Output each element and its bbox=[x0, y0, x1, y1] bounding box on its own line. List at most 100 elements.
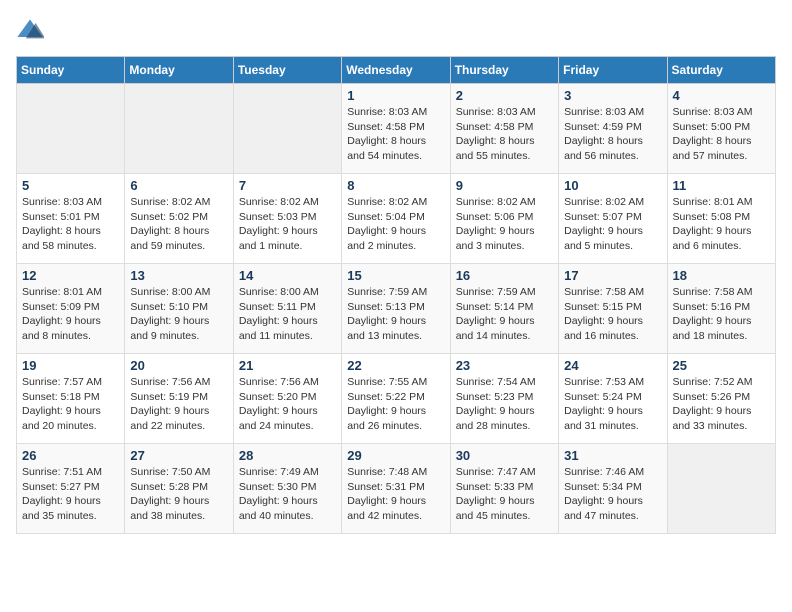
weekday-monday: Monday bbox=[125, 57, 233, 84]
day-info: Sunrise: 7:56 AM Sunset: 5:20 PM Dayligh… bbox=[239, 375, 336, 434]
day-number: 21 bbox=[239, 358, 336, 373]
calendar-table: SundayMondayTuesdayWednesdayThursdayFrid… bbox=[16, 56, 776, 534]
calendar-cell bbox=[125, 84, 233, 174]
calendar-cell: 23Sunrise: 7:54 AM Sunset: 5:23 PM Dayli… bbox=[450, 354, 558, 444]
calendar-cell: 28 Sunrise: 7:49 AM Sunset: 5:30 PM Dayli… bbox=[233, 444, 341, 534]
day-number: 17 bbox=[564, 268, 661, 283]
day-number: 8 bbox=[347, 178, 444, 193]
day-info: Sunrise: 7:56 AM Sunset: 5:19 PM Dayligh… bbox=[130, 375, 227, 434]
day-info: Sunrise: 7:48 AM Sunset: 5:31 PM Dayligh… bbox=[347, 465, 444, 524]
calendar-cell: 16Sunrise: 7:59 AM Sunset: 5:14 PM Dayli… bbox=[450, 264, 558, 354]
day-info: Sunrise: 8:02 AM Sunset: 5:04 PM Dayligh… bbox=[347, 195, 444, 254]
calendar-cell: 1 Sunrise: 8:03 AM Sunset: 4:58 PM Daylig… bbox=[342, 84, 450, 174]
day-number: 7 bbox=[239, 178, 336, 193]
calendar-cell: 7 Sunrise: 8:02 AM Sunset: 5:03 PM Daylig… bbox=[233, 174, 341, 264]
calendar-cell: 6 Sunrise: 8:02 AM Sunset: 5:02 PM Daylig… bbox=[125, 174, 233, 264]
calendar-cell bbox=[17, 84, 125, 174]
week-row-5: 26 Sunrise: 7:51 AM Sunset: 5:27 PM Dayli… bbox=[17, 444, 776, 534]
weekday-sunday: Sunday bbox=[17, 57, 125, 84]
day-info: Sunrise: 7:49 AM Sunset: 5:30 PM Dayligh… bbox=[239, 465, 336, 524]
day-number: 14 bbox=[239, 268, 336, 283]
header bbox=[16, 16, 776, 44]
weekday-wednesday: Wednesday bbox=[342, 57, 450, 84]
day-info: Sunrise: 8:03 AM Sunset: 5:01 PM Dayligh… bbox=[22, 195, 119, 254]
calendar-cell: 2Sunrise: 8:03 AM Sunset: 4:58 PM Daylig… bbox=[450, 84, 558, 174]
calendar-cell: 9 Sunrise: 8:02 AM Sunset: 5:06 PM Daylig… bbox=[450, 174, 558, 264]
day-info: Sunrise: 8:00 AM Sunset: 5:11 PM Dayligh… bbox=[239, 285, 336, 344]
calendar-cell: 18 Sunrise: 7:58 AM Sunset: 5:16 PM Dayli… bbox=[667, 264, 775, 354]
day-number: 31 bbox=[564, 448, 661, 463]
calendar-header: SundayMondayTuesdayWednesdayThursdayFrid… bbox=[17, 57, 776, 84]
day-number: 24 bbox=[564, 358, 661, 373]
day-number: 13 bbox=[130, 268, 227, 283]
day-info: Sunrise: 8:01 AM Sunset: 5:08 PM Dayligh… bbox=[673, 195, 770, 254]
calendar-cell bbox=[233, 84, 341, 174]
calendar-cell: 13 Sunrise: 8:00 AM Sunset: 5:10 PM Dayli… bbox=[125, 264, 233, 354]
weekday-friday: Friday bbox=[559, 57, 667, 84]
day-number: 19 bbox=[22, 358, 119, 373]
calendar-cell: 15 Sunrise: 7:59 AM Sunset: 5:13 PM Dayli… bbox=[342, 264, 450, 354]
day-number: 23 bbox=[456, 358, 553, 373]
calendar-cell: 8 Sunrise: 8:02 AM Sunset: 5:04 PM Daylig… bbox=[342, 174, 450, 264]
weekday-header-row: SundayMondayTuesdayWednesdayThursdayFrid… bbox=[17, 57, 776, 84]
day-info: Sunrise: 8:02 AM Sunset: 5:02 PM Dayligh… bbox=[130, 195, 227, 254]
day-number: 30 bbox=[456, 448, 553, 463]
day-number: 11 bbox=[673, 178, 770, 193]
weekday-tuesday: Tuesday bbox=[233, 57, 341, 84]
day-number: 3 bbox=[564, 88, 661, 103]
calendar-cell: 24Sunrise: 7:53 AM Sunset: 5:24 PM Dayli… bbox=[559, 354, 667, 444]
day-info: Sunrise: 7:58 AM Sunset: 5:16 PM Dayligh… bbox=[673, 285, 770, 344]
day-info: Sunrise: 7:51 AM Sunset: 5:27 PM Dayligh… bbox=[22, 465, 119, 524]
calendar-cell: 27 Sunrise: 7:50 AM Sunset: 5:28 PM Dayli… bbox=[125, 444, 233, 534]
day-number: 27 bbox=[130, 448, 227, 463]
week-row-4: 19Sunrise: 7:57 AM Sunset: 5:18 PM Dayli… bbox=[17, 354, 776, 444]
calendar-cell: 12 Sunrise: 8:01 AM Sunset: 5:09 PM Dayli… bbox=[17, 264, 125, 354]
calendar-cell: 22Sunrise: 7:55 AM Sunset: 5:22 PM Dayli… bbox=[342, 354, 450, 444]
day-info: Sunrise: 8:03 AM Sunset: 4:58 PM Dayligh… bbox=[347, 105, 444, 164]
day-info: Sunrise: 8:03 AM Sunset: 5:00 PM Dayligh… bbox=[673, 105, 770, 164]
day-number: 10 bbox=[564, 178, 661, 193]
day-number: 12 bbox=[22, 268, 119, 283]
day-number: 16 bbox=[456, 268, 553, 283]
week-row-1: 1 Sunrise: 8:03 AM Sunset: 4:58 PM Daylig… bbox=[17, 84, 776, 174]
day-info: Sunrise: 7:50 AM Sunset: 5:28 PM Dayligh… bbox=[130, 465, 227, 524]
calendar-cell: 17 Sunrise: 7:58 AM Sunset: 5:15 PM Dayli… bbox=[559, 264, 667, 354]
day-number: 15 bbox=[347, 268, 444, 283]
weekday-saturday: Saturday bbox=[667, 57, 775, 84]
day-info: Sunrise: 7:58 AM Sunset: 5:15 PM Dayligh… bbox=[564, 285, 661, 344]
day-number: 29 bbox=[347, 448, 444, 463]
day-number: 1 bbox=[347, 88, 444, 103]
day-info: Sunrise: 8:03 AM Sunset: 4:58 PM Dayligh… bbox=[456, 105, 553, 164]
day-number: 18 bbox=[673, 268, 770, 283]
calendar-cell: 30 Sunrise: 7:47 AM Sunset: 5:33 PM Dayli… bbox=[450, 444, 558, 534]
week-row-3: 12 Sunrise: 8:01 AM Sunset: 5:09 PM Dayli… bbox=[17, 264, 776, 354]
calendar-cell: 14 Sunrise: 8:00 AM Sunset: 5:11 PM Dayli… bbox=[233, 264, 341, 354]
day-info: Sunrise: 8:02 AM Sunset: 5:03 PM Dayligh… bbox=[239, 195, 336, 254]
day-number: 20 bbox=[130, 358, 227, 373]
weekday-thursday: Thursday bbox=[450, 57, 558, 84]
day-info: Sunrise: 7:47 AM Sunset: 5:33 PM Dayligh… bbox=[456, 465, 553, 524]
day-number: 9 bbox=[456, 178, 553, 193]
day-number: 5 bbox=[22, 178, 119, 193]
calendar-cell: 21 Sunrise: 7:56 AM Sunset: 5:20 PM Dayli… bbox=[233, 354, 341, 444]
calendar-cell: 3 Sunrise: 8:03 AM Sunset: 4:59 PM Daylig… bbox=[559, 84, 667, 174]
day-number: 22 bbox=[347, 358, 444, 373]
day-info: Sunrise: 7:59 AM Sunset: 5:13 PM Dayligh… bbox=[347, 285, 444, 344]
day-number: 26 bbox=[22, 448, 119, 463]
day-info: Sunrise: 8:03 AM Sunset: 4:59 PM Dayligh… bbox=[564, 105, 661, 164]
calendar-cell: 11 Sunrise: 8:01 AM Sunset: 5:08 PM Dayli… bbox=[667, 174, 775, 264]
logo bbox=[16, 16, 46, 44]
logo-icon bbox=[16, 16, 44, 44]
day-number: 6 bbox=[130, 178, 227, 193]
day-number: 28 bbox=[239, 448, 336, 463]
calendar-cell: 4 Sunrise: 8:03 AM Sunset: 5:00 PM Daylig… bbox=[667, 84, 775, 174]
calendar-cell: 29 Sunrise: 7:48 AM Sunset: 5:31 PM Dayli… bbox=[342, 444, 450, 534]
day-info: Sunrise: 8:01 AM Sunset: 5:09 PM Dayligh… bbox=[22, 285, 119, 344]
day-number: 4 bbox=[673, 88, 770, 103]
calendar-cell: 31Sunrise: 7:46 AM Sunset: 5:34 PM Dayli… bbox=[559, 444, 667, 534]
day-info: Sunrise: 8:02 AM Sunset: 5:06 PM Dayligh… bbox=[456, 195, 553, 254]
week-row-2: 5 Sunrise: 8:03 AM Sunset: 5:01 PM Daylig… bbox=[17, 174, 776, 264]
day-info: Sunrise: 8:00 AM Sunset: 5:10 PM Dayligh… bbox=[130, 285, 227, 344]
calendar-body: 1 Sunrise: 8:03 AM Sunset: 4:58 PM Daylig… bbox=[17, 84, 776, 534]
day-info: Sunrise: 8:02 AM Sunset: 5:07 PM Dayligh… bbox=[564, 195, 661, 254]
